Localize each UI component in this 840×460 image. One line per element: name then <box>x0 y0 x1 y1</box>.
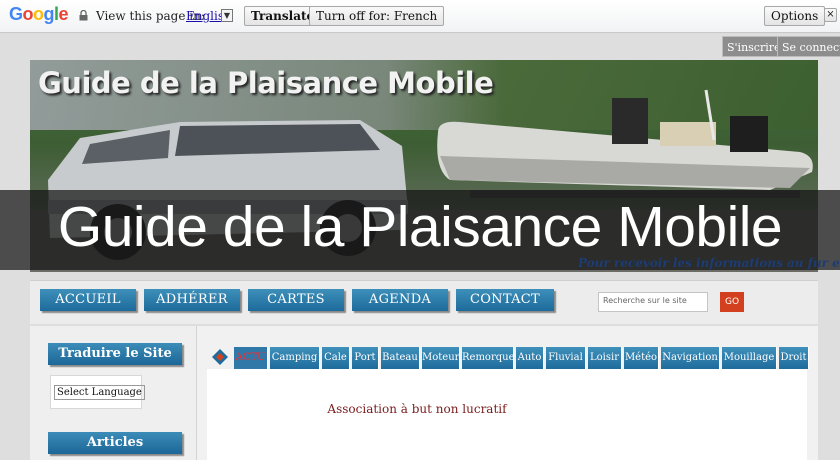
tab-navigation[interactable]: Navigation <box>661 347 720 369</box>
articles-heading: Articles <box>48 432 182 454</box>
translate-heading: Traduire le Site <box>48 343 182 365</box>
nav-agenda[interactable]: AGENDA <box>352 289 448 311</box>
nav-contact[interactable]: CONTACT <box>456 289 554 311</box>
language-dropdown-arrow-icon[interactable]: ▼ <box>221 9 233 22</box>
tab-camping[interactable]: Camping <box>270 347 320 369</box>
diamond-icon <box>212 349 228 365</box>
google-logo: Google <box>9 4 69 24</box>
tab-m-t-o[interactable]: Météo <box>624 347 659 369</box>
nav-accueil[interactable]: ACCUEIL <box>40 289 136 311</box>
language-select[interactable]: Select Language <box>54 385 145 400</box>
search-input[interactable]: Recherche sur le site <box>598 292 708 312</box>
google-translate-bar: Google View this page in: English ▼ Tran… <box>0 0 840 33</box>
tab-droit[interactable]: Droit <box>779 347 809 369</box>
language-select-box: Select Language <box>50 375 145 409</box>
search-go-button[interactable]: GO <box>720 292 744 312</box>
association-text: Association à but non lucratif <box>327 402 507 416</box>
close-bar-button[interactable]: × <box>824 8 837 22</box>
tab-moteur[interactable]: Moteur <box>422 347 460 369</box>
main-content: ACTU Camping Cale Port Bateau Moteur Remorque A… <box>196 326 818 460</box>
turn-off-button[interactable]: Turn off for: French <box>309 6 445 26</box>
overlay-title: Guide de la Plaisance Mobile <box>57 195 783 259</box>
sidebar: Traduire le Site Select Language Article… <box>30 326 196 460</box>
tab-remorque[interactable]: Remorque <box>462 347 515 369</box>
tab-loisir[interactable]: Loisir <box>588 347 622 369</box>
article-content: Association à but non lucratif <box>207 369 807 460</box>
tab-port[interactable]: Port <box>352 347 379 369</box>
banner-subtitle: Pour recevoir les informations au fur et <box>578 256 840 270</box>
tab-mouillage[interactable]: Mouillage <box>722 347 777 369</box>
nav-cartes[interactable]: CARTES <box>248 289 344 311</box>
main-nav: ACCUEIL ADHÉRER CARTES AGENDA CONTACT Re… <box>30 280 818 324</box>
lock-icon <box>79 10 88 21</box>
tab-fluvial[interactable]: Fluvial <box>546 347 586 369</box>
options-button[interactable]: Options <box>764 6 826 26</box>
tab-actu[interactable]: ACTU <box>234 347 268 369</box>
tab-cale[interactable]: Cale <box>322 347 350 369</box>
boat-illustration <box>437 89 813 198</box>
nav-adherer[interactable]: ADHÉRER <box>144 289 240 311</box>
tab-bateau[interactable]: Bateau <box>381 347 420 369</box>
signup-button[interactable]: S'inscrire <box>722 36 786 57</box>
tab-auto[interactable]: Auto <box>516 347 544 369</box>
login-button[interactable]: Se connecter <box>777 36 840 57</box>
banner-title: Guide de la Plaisance Mobile <box>38 66 494 100</box>
